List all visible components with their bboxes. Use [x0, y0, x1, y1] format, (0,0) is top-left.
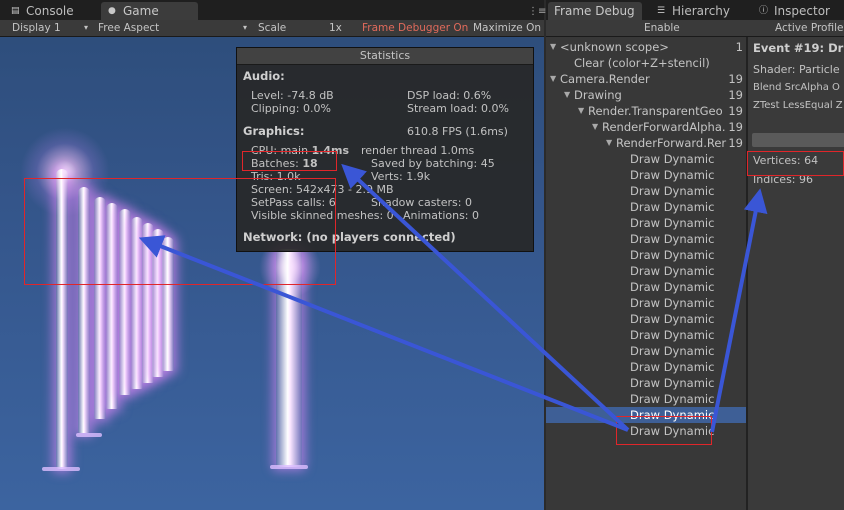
- annotation-arrows: [138, 163, 768, 433]
- arrow-to-particles: [138, 235, 629, 432]
- arrow-to-batches: [341, 163, 630, 432]
- arrow-to-vertices: [710, 188, 768, 433]
